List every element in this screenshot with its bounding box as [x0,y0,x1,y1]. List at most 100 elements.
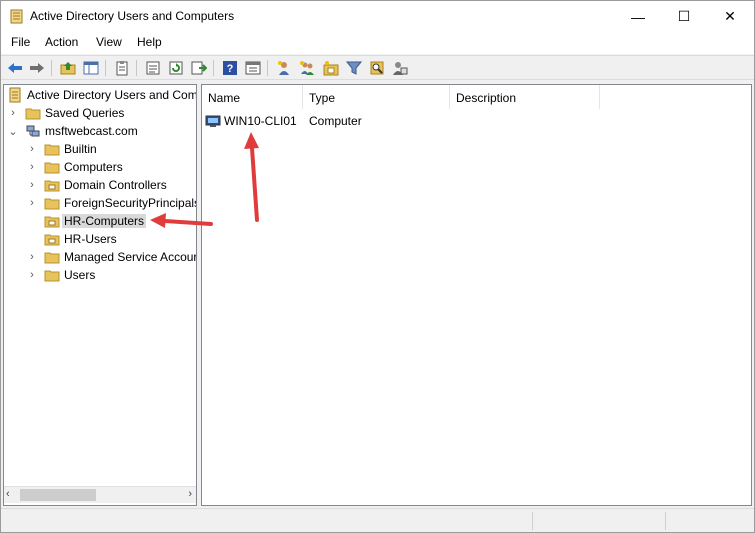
svg-text:?: ? [226,63,233,75]
chevron-right-icon[interactable]: › [7,105,19,121]
maximize-icon: ☐ [677,8,691,24]
tree-pane[interactable]: Active Directory Users and Com › Saved Q… [3,84,197,506]
maximize-button[interactable]: ☐ [661,1,707,32]
menu-bar: File Action View Help [1,32,754,54]
help-button[interactable]: ? [220,59,239,77]
tree-item-label: HR-Users [64,232,117,246]
chevron-right-icon[interactable]: › [26,249,38,265]
up-level-button[interactable] [58,59,77,77]
chevron-right-icon[interactable]: › [26,177,38,193]
find-button[interactable] [367,59,386,77]
ou-icon [44,234,60,246]
minimize-icon: — [631,8,645,25]
status-bar [1,508,754,532]
find-icon [370,61,383,75]
computer-icon [205,115,221,127]
show-hide-tree-button[interactable] [81,59,100,77]
new-group-button[interactable] [297,59,316,77]
properties-icon [146,61,159,75]
folder-icon [25,108,41,120]
ad-app-icon [10,9,23,24]
chevron-right-icon[interactable]: › [26,267,38,283]
console-view-button[interactable] [243,59,262,77]
back-arrow-icon [7,63,22,73]
tree-item-label: HR-Computers [62,214,147,228]
new-group-icon [299,61,314,75]
export-list-button[interactable] [189,59,208,77]
folder-icon [44,252,60,264]
tree-item-hr-computers[interactable]: HR-Computers [4,212,196,230]
tree-item-label: ForeignSecurityPrincipals [64,196,197,210]
folder-icon [44,144,60,156]
minimize-button[interactable]: — [615,1,661,32]
ou-icon [44,180,60,192]
export-list-icon [191,61,207,75]
chevron-right-icon[interactable]: › [26,159,38,175]
chevron-down-icon[interactable]: ⌄ [7,123,19,139]
tree-item-label: Domain Controllers [64,178,167,192]
menu-action[interactable]: Action [45,35,78,49]
column-header-type[interactable]: Type [303,85,450,109]
column-header-name[interactable]: Name [202,85,303,109]
filter-button[interactable] [344,59,363,77]
tree-item-managed-service-accounts[interactable]: › Managed Service Accour [4,248,196,266]
tree-item-label: Managed Service Accour [64,250,197,264]
list-row-computer[interactable]: WIN10-CLI01 Computer [202,112,747,130]
folder-icon [44,198,60,210]
tree-item-domain[interactable]: ⌄ msftwebcast.com [4,122,196,140]
refresh-icon [169,61,182,75]
menu-view[interactable]: View [96,35,122,49]
properties-button[interactable] [143,59,162,77]
forward-button[interactable] [27,59,46,77]
console-view-icon [245,61,260,75]
new-ou-icon [323,61,338,76]
computer-type: Computer [309,114,362,128]
copy-button[interactable] [112,59,131,77]
tree-horizontal-scrollbar[interactable]: ‹ › [4,486,196,503]
new-user-button[interactable] [274,59,293,77]
up-folder-icon [60,62,75,75]
delegate-icon [392,62,407,75]
new-ou-button[interactable] [321,59,340,77]
adu-window: Active Directory Users and Computers — ☐… [0,0,755,533]
new-user-icon [277,61,289,75]
tree-item-saved-queries[interactable]: › Saved Queries [4,104,196,122]
chevron-right-icon[interactable]: › [26,141,38,157]
scroll-right-icon[interactable]: › [188,488,192,500]
tree-item-builtin[interactable]: › Builtin [4,140,196,158]
computer-name: WIN10-CLI01 [224,114,297,128]
toolbar: ? [1,55,754,80]
tree-root[interactable]: Active Directory Users and Com [4,86,196,104]
filter-icon [345,61,362,75]
refresh-button[interactable] [166,59,185,77]
back-button[interactable] [5,59,24,77]
folder-icon [44,162,60,174]
scroll-left-icon[interactable]: ‹ [6,488,10,500]
close-icon: ✕ [724,8,736,24]
scrollbar-thumb[interactable] [20,489,96,501]
help-icon: ? [222,61,237,75]
tree-item-label: Saved Queries [45,106,125,120]
show-tree-icon [83,61,98,75]
clipboard-icon [116,61,127,76]
tree-item-computers[interactable]: › Computers [4,158,196,176]
tree-root-label: Active Directory Users and Com [27,88,197,102]
tree-item-label: Computers [64,160,123,174]
chevron-right-icon[interactable]: › [26,195,38,211]
delegate-button[interactable] [390,59,409,77]
tree-item-users[interactable]: › Users [4,266,196,284]
tree-item-label: Builtin [64,142,97,156]
title-bar: Active Directory Users and Computers — ☐… [1,1,754,32]
ou-icon [44,216,60,228]
menu-help[interactable]: Help [137,35,162,49]
tree-item-label: Users [64,268,96,282]
details-pane[interactable]: Name Type Description WIN10-CLI01 Comput… [201,84,752,506]
ad-console-icon [9,87,21,103]
close-button[interactable]: ✕ [707,1,753,32]
tree-item-domain-controllers[interactable]: › Domain Controllers [4,176,196,194]
column-header-description[interactable]: Description [450,85,600,109]
tree-item-foreign-security-principals[interactable]: › ForeignSecurityPrincipals [4,194,196,212]
tree-item-hr-users[interactable]: HR-Users [4,230,196,248]
menu-file[interactable]: File [11,35,30,49]
forward-arrow-icon [29,63,44,73]
